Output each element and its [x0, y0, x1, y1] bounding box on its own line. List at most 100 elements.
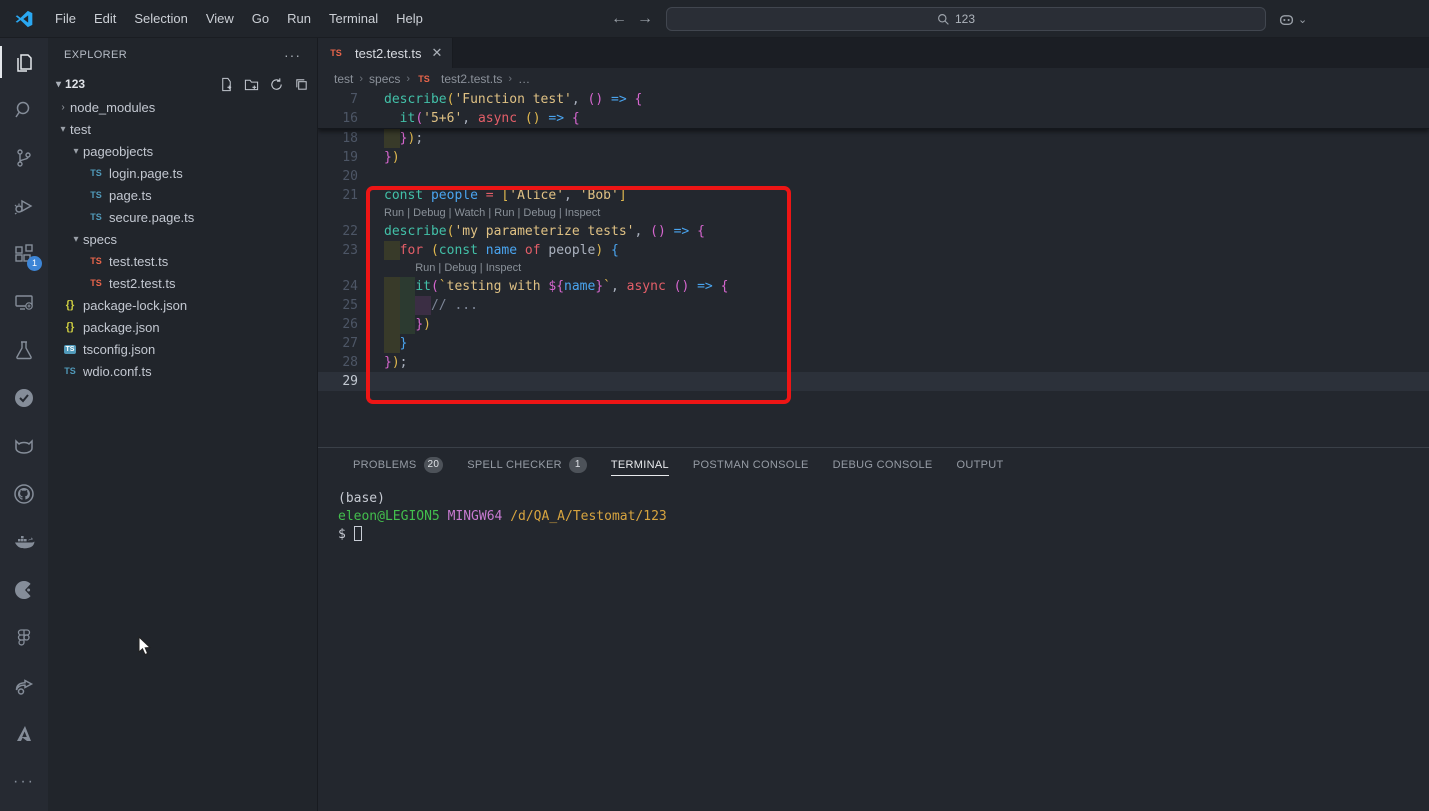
tree-item-secure-page-ts[interactable]: TSsecure.page.ts [48, 206, 317, 228]
workspace-section-header[interactable]: ▾ 123 [48, 72, 317, 96]
line-number: 24 [318, 277, 358, 296]
new-folder-icon[interactable] [244, 77, 259, 92]
line-text: describe('my parameterize tests', () => … [384, 222, 705, 241]
codelens-actions[interactable]: Run | Debug | Watch | Run | Debug | Insp… [318, 205, 1429, 222]
breadcrumb-item[interactable]: TStest2.test.ts [416, 71, 502, 87]
sticky-scroll[interactable]: 7describe('Function test', () => {16 it(… [318, 90, 1429, 129]
files-icon [12, 50, 36, 74]
tree-item-test-test-ts[interactable]: TStest.test.ts [48, 250, 317, 272]
tree-item-tsconfig-json[interactable]: TStsconfig.json [48, 338, 317, 360]
code-line-24[interactable]: 24 it(`testing with ${name}`, async () =… [318, 277, 1429, 296]
activity-docker[interactable] [0, 518, 48, 566]
activity-gitlens[interactable] [0, 422, 48, 470]
activity-testing[interactable] [0, 326, 48, 374]
code-line-20[interactable]: 20 [318, 167, 1429, 186]
code-line-22[interactable]: 22 describe('my parameterize tests', () =… [318, 222, 1429, 241]
activity-search[interactable] [0, 86, 48, 134]
code-line-18[interactable]: 18 }); [318, 129, 1429, 148]
github-icon [12, 482, 36, 506]
codelens-actions[interactable]: Run | Debug | Inspect [318, 260, 1429, 277]
menu-file[interactable]: File [46, 6, 85, 32]
activity-github[interactable] [0, 470, 48, 518]
sticky-line-16[interactable]: 16 it('5+6', async () => { [318, 109, 1429, 128]
sticky-line-7[interactable]: 7describe('Function test', () => { [318, 90, 1429, 109]
tree-item-package-json[interactable]: {}package.json [48, 316, 317, 338]
terminal-output[interactable]: (base)eleon@LEGION5 MINGW64 /d/QA_A/Test… [318, 482, 1429, 544]
breadcrumb-separator: › [406, 73, 410, 85]
refresh-icon[interactable] [269, 77, 284, 92]
activity-run-debug[interactable] [0, 182, 48, 230]
menu-help[interactable]: Help [387, 6, 432, 32]
activity-task-explorer[interactable] [0, 374, 48, 422]
debug-icon [12, 194, 36, 218]
activity-extensions[interactable]: 1 [0, 230, 48, 278]
code-line-23[interactable]: 23 for (const name of people) { [318, 241, 1429, 260]
new-file-icon[interactable] [219, 77, 234, 92]
file-tree: ›node_modules▾test▾pageobjectsTSlogin.pa… [48, 96, 317, 382]
command-search-box[interactable] [666, 7, 1266, 31]
menu-edit[interactable]: Edit [85, 6, 125, 32]
collapse-all-icon[interactable] [294, 77, 309, 92]
code-line-21[interactable]: 21const people = ['Alice', 'Bob'] [318, 186, 1429, 205]
line-text: }); [384, 353, 407, 372]
panel-tab-problems[interactable]: PROBLEMS20 [345, 448, 451, 482]
panel-tab-terminal[interactable]: TERMINAL [603, 448, 677, 482]
tree-item-pageobjects[interactable]: ▾pageobjects [48, 140, 317, 162]
menu-go[interactable]: Go [243, 6, 278, 32]
activity-figma[interactable] [0, 614, 48, 662]
nav-forward-icon[interactable]: → [632, 10, 658, 28]
tree-item-wdio-conf-ts[interactable]: TSwdio.conf.ts [48, 360, 317, 382]
line-number: 7 [318, 90, 358, 109]
line-text: for (const name of people) { [384, 241, 619, 260]
close-icon[interactable]: ✕ [431, 45, 442, 61]
activity-azure[interactable] [0, 710, 48, 758]
copilot-menu[interactable]: ⌄ [1278, 11, 1307, 28]
tree-item-label: tsconfig.json [83, 342, 155, 357]
code-line-26[interactable]: 26 }) [318, 315, 1429, 334]
code-line-19[interactable]: 19}) [318, 148, 1429, 167]
search-input[interactable] [955, 12, 995, 26]
code-line-25[interactable]: 25 // ... [318, 296, 1429, 315]
activity-source-control[interactable] [0, 134, 48, 182]
line-text: } [384, 334, 407, 353]
breadcrumb-item[interactable]: test [334, 72, 353, 86]
search-icon [12, 98, 36, 122]
nav-back-icon[interactable]: ← [606, 10, 632, 28]
tree-item-test[interactable]: ▾test [48, 118, 317, 140]
panel-tab-postman-console[interactable]: POSTMAN CONSOLE [685, 448, 817, 482]
ts-test-file-icon: TS [88, 275, 104, 291]
code-line-27[interactable]: 27 } [318, 334, 1429, 353]
tree-item-package-lock-json[interactable]: {}package-lock.json [48, 294, 317, 316]
menu-view[interactable]: View [197, 6, 243, 32]
tree-item-node-modules[interactable]: ›node_modules [48, 96, 317, 118]
line-number: 22 [318, 222, 358, 241]
tree-item-specs[interactable]: ▾specs [48, 228, 317, 250]
activity-explorer[interactable] [0, 38, 48, 86]
tab-test2-test-ts[interactable]: TS test2.test.ts ✕ [318, 38, 453, 68]
code-line-29[interactable]: 29 [318, 372, 1429, 391]
menu-run[interactable]: Run [278, 6, 320, 32]
tree-item-page-ts[interactable]: TSpage.ts [48, 184, 317, 206]
workspace-name: 123 [65, 77, 85, 91]
activity-more[interactable]: ··· [0, 758, 48, 806]
activity-remote-explorer[interactable] [0, 278, 48, 326]
line-text: }) [384, 315, 431, 334]
activity-live-share[interactable] [0, 662, 48, 710]
code-editor[interactable]: 7describe('Function test', () => {16 it(… [318, 90, 1429, 447]
breadcrumb-item[interactable]: … [518, 72, 530, 86]
tree-item-label: test2.test.ts [109, 276, 175, 291]
tree-item-label: package.json [83, 320, 160, 335]
tree-item-test2-test-ts[interactable]: TS test2.test.ts [48, 272, 317, 294]
tree-item-login-page-ts[interactable]: TSlogin.page.ts [48, 162, 317, 184]
menu-terminal[interactable]: Terminal [320, 6, 387, 32]
ts-file-icon: TS [88, 209, 104, 225]
tree-item-label: package-lock.json [83, 298, 187, 313]
panel-tab-debug-console[interactable]: DEBUG CONSOLE [825, 448, 941, 482]
explorer-more-actions[interactable]: ··· [284, 47, 301, 63]
panel-tab-spell-checker[interactable]: SPELL CHECKER1 [459, 448, 595, 482]
code-line-28[interactable]: 28}); [318, 353, 1429, 372]
panel-tab-output[interactable]: OUTPUT [949, 448, 1012, 482]
breadcrumb-item[interactable]: specs [369, 72, 400, 86]
activity-codestream[interactable] [0, 566, 48, 614]
menu-selection[interactable]: Selection [125, 6, 196, 32]
